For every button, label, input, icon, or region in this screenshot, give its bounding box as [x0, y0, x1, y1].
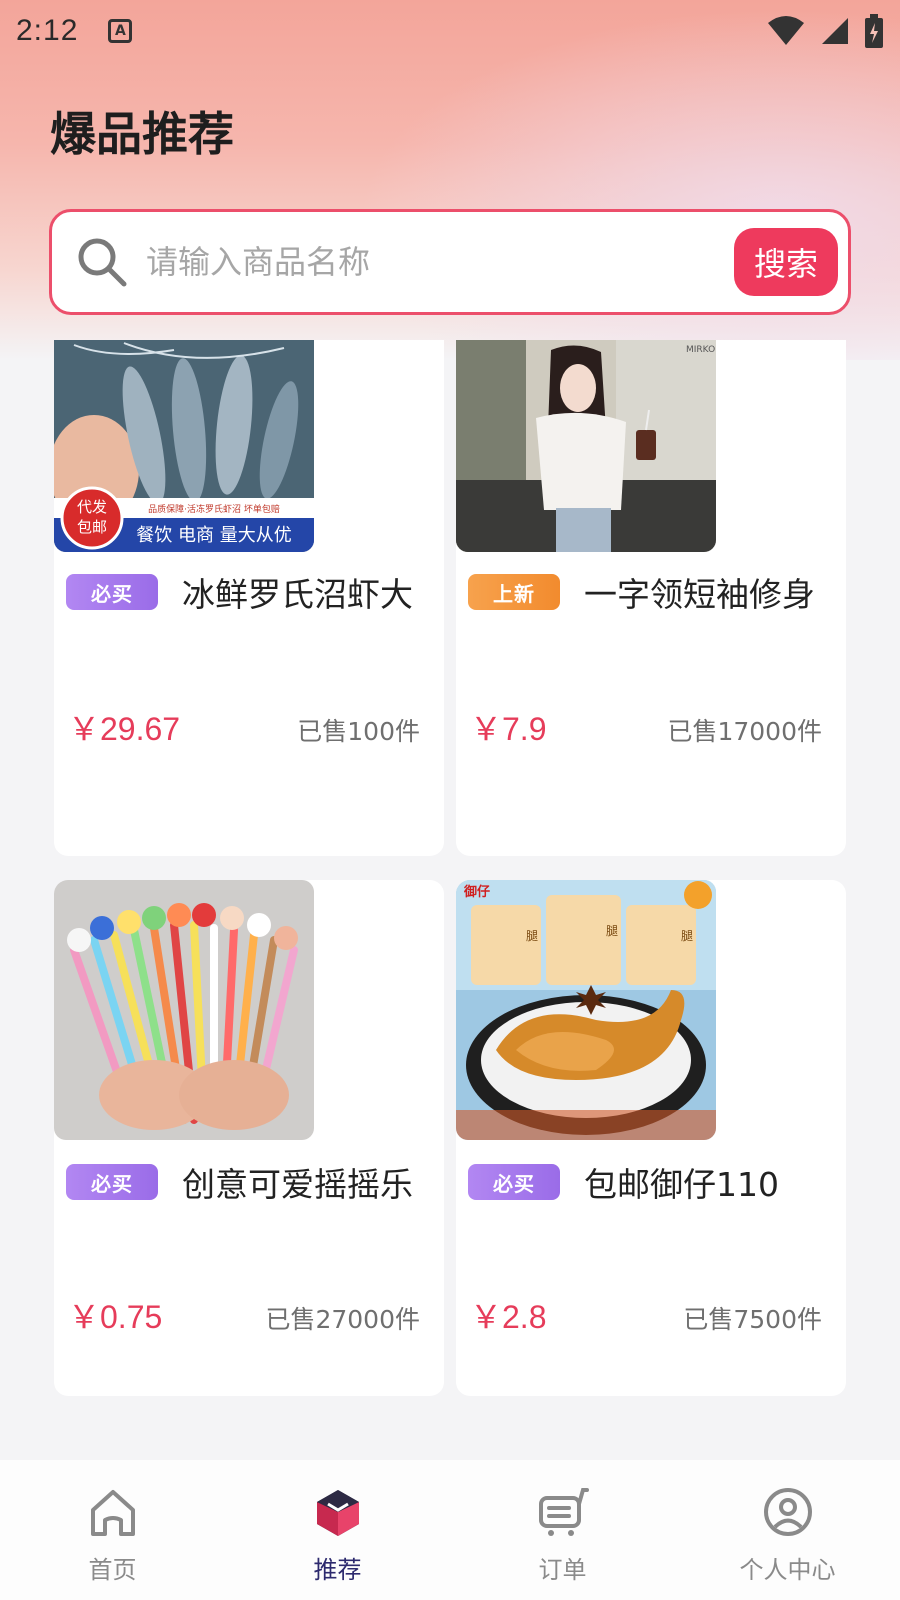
- product-image-shrimp[interactable]: 代发 包邮 品质保障·活冻罗氏虾沼 坏单包赔 餐饮 电商 量大从优: [54, 340, 314, 552]
- tab-profile[interactable]: 个人中心: [675, 1460, 900, 1600]
- cart-icon: [538, 1488, 589, 1536]
- keyboard-a-icon: A: [108, 19, 133, 43]
- product-card[interactable]: 必买 创意可爱摇摇乐 ￥0.75 已售27000件: [54, 880, 444, 1396]
- bottom-tab-bar: 首页 推荐 订单 个人中心: [0, 1460, 900, 1600]
- product-sold-count: 已售27000件: [265, 1305, 420, 1334]
- status-time: 2:12: [16, 14, 79, 47]
- title-row: 必买 冰鲜罗氏沼虾大: [66, 568, 422, 616]
- tab-orders-label: 订单: [538, 1556, 587, 1584]
- battery-icon: [865, 14, 883, 48]
- product-image-pens[interactable]: [54, 880, 314, 1140]
- product-image-tshirt[interactable]: MIRKO: [456, 340, 716, 552]
- product-price: ￥29.67: [68, 711, 181, 747]
- home-icon: [90, 1490, 135, 1536]
- product-title: 创意可爱摇摇乐: [182, 1165, 413, 1204]
- product-badge: 必买: [66, 1164, 158, 1200]
- price-row: ￥7.9 已售17000件: [470, 704, 822, 750]
- product-card[interactable]: MIRKO 上新 一字领短袖修身 ￥7.9 已售17000件: [456, 340, 846, 856]
- product-price: ￥2.8: [470, 1299, 547, 1335]
- product-card[interactable]: 御仔 腿 腿 腿 必买 包邮御仔110 ￥2.8 已售7500件: [456, 880, 846, 1396]
- search-icon: [78, 238, 127, 287]
- page-title: 爆品推荐: [50, 107, 234, 161]
- signal-icon: [822, 18, 848, 44]
- product-badge: 必买: [66, 574, 158, 610]
- title-row: 必买 包邮御仔110: [468, 1158, 824, 1206]
- tab-recommend[interactable]: 推荐: [225, 1460, 450, 1600]
- product-card[interactable]: 代发 包邮 品质保障·活冻罗氏虾沼 坏单包赔 餐饮 电商 量大从优 必买 冰鲜罗…: [54, 340, 444, 856]
- tab-recommend-label: 推荐: [313, 1556, 362, 1584]
- user-circle-icon: [763, 1488, 812, 1536]
- svg-text:品质保障·活冻罗氏虾沼 坏单包赔: 品质保障·活冻罗氏虾沼 坏单包赔: [148, 503, 280, 515]
- product-sold-count: 已售17000件: [667, 717, 822, 746]
- price-row: ￥29.67 已售100件: [68, 704, 420, 750]
- svg-text:MIRKO: MIRKO: [686, 345, 715, 355]
- product-title: 一字领短袖修身: [584, 575, 815, 614]
- search-input[interactable]: [146, 243, 734, 281]
- title-row: 上新 一字领短袖修身: [468, 568, 824, 616]
- cube-icon: [316, 1490, 359, 1536]
- product-title: 冰鲜罗氏沼虾大: [182, 575, 413, 614]
- price-row: ￥2.8 已售7500件: [470, 1292, 822, 1338]
- shrimp-circle-line1: 代发: [77, 498, 107, 516]
- svg-text:餐饮 电商 量大从优: 餐饮 电商 量大从优: [136, 525, 291, 546]
- product-badge: 必买: [468, 1164, 560, 1200]
- product-grid: 代发 包邮 品质保障·活冻罗氏虾沼 坏单包赔 餐饮 电商 量大从优 必买 冰鲜罗…: [54, 340, 846, 1396]
- svg-text:御仔: 御仔: [463, 884, 490, 900]
- wifi-icon: [768, 16, 804, 45]
- svg-text:腿: 腿: [606, 924, 618, 938]
- product-image-chicken-leg[interactable]: 御仔 腿 腿 腿: [456, 880, 716, 1140]
- price-row: ￥0.75 已售27000件: [68, 1292, 420, 1338]
- product-price: ￥0.75: [68, 1299, 163, 1335]
- status-bar: 2:12 A: [0, 0, 900, 62]
- search-button[interactable]: 搜索: [734, 228, 838, 296]
- product-title: 包邮御仔110: [584, 1165, 779, 1204]
- tab-home[interactable]: 首页: [0, 1460, 225, 1600]
- tab-home-label: 首页: [88, 1556, 137, 1584]
- product-sold-count: 已售7500件: [683, 1305, 822, 1334]
- product-badge: 上新: [468, 574, 560, 610]
- product-price: ￥7.9: [470, 711, 547, 747]
- search-bar: 搜索: [49, 209, 851, 315]
- tab-profile-label: 个人中心: [739, 1556, 836, 1584]
- svg-text:腿: 腿: [681, 929, 693, 943]
- tab-orders[interactable]: 订单: [450, 1460, 675, 1600]
- product-sold-count: 已售100件: [297, 717, 420, 746]
- shrimp-circle-line2: 包邮: [77, 518, 107, 536]
- title-row: 必买 创意可爱摇摇乐: [66, 1158, 422, 1206]
- svg-text:腿: 腿: [526, 929, 538, 943]
